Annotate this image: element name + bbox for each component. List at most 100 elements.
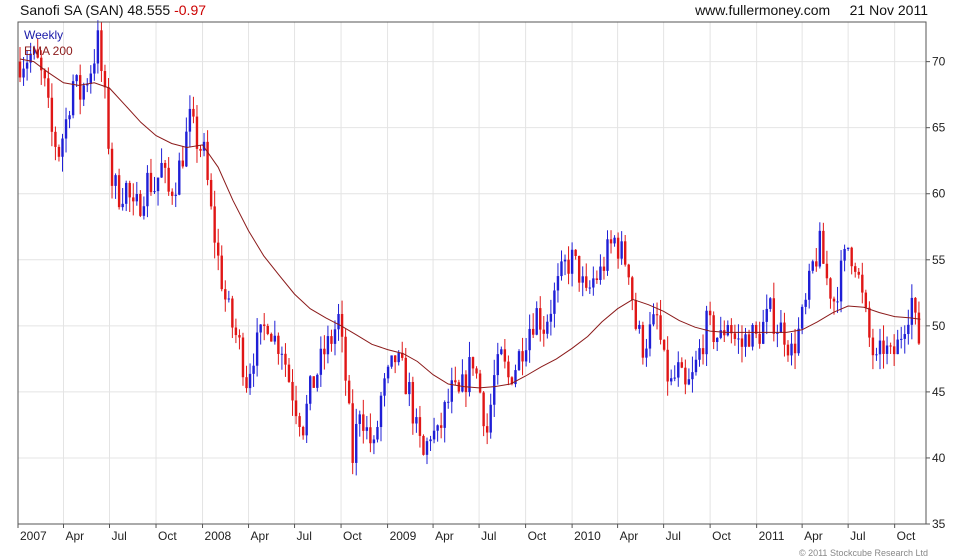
candle-body (701, 348, 705, 355)
copyright-notice: © 2011 Stockcube Research Ltd (798, 548, 928, 558)
candle-body (436, 425, 439, 431)
candle-body (355, 423, 358, 463)
candle-body (464, 374, 468, 393)
candle-body (408, 382, 411, 395)
candle-body (316, 374, 319, 388)
candle-body (694, 359, 698, 373)
candle-body (485, 426, 489, 433)
candle-body (882, 340, 885, 354)
candle-body (528, 328, 531, 351)
candle-body (425, 441, 429, 455)
candle-body (287, 364, 291, 382)
candle-body (783, 322, 786, 345)
candle-body (680, 362, 684, 368)
x-tick-label: Apr (435, 529, 454, 543)
candle-body (503, 349, 507, 362)
candle-body (415, 417, 418, 424)
x-tick-label: Apr (251, 529, 270, 543)
x-axis: 2007 Apr Jul Oct 2008 Apr Jul Oct 2009 Apr Jul Oct 2… (17, 524, 916, 543)
candle-body (740, 338, 744, 347)
candle-body (737, 338, 740, 340)
candle-body (432, 430, 436, 440)
candle-body (917, 312, 921, 344)
candle-body (461, 374, 464, 392)
candle-body (156, 177, 160, 192)
y-tick-label: 35 (932, 517, 946, 531)
candle-body (301, 426, 305, 436)
candle-body (570, 249, 574, 274)
candle-body (209, 179, 213, 207)
candle-body (110, 148, 114, 186)
candle-body (376, 427, 379, 440)
candle-body (776, 332, 779, 334)
candle-body (146, 172, 149, 207)
candle-body (836, 301, 839, 303)
candle-body (333, 329, 337, 344)
candle-body (390, 355, 393, 367)
candle-body (599, 266, 602, 280)
candle-body (89, 73, 93, 84)
candle-body (769, 298, 772, 309)
candle-body (107, 87, 110, 149)
candle-body (128, 182, 131, 198)
candle-body (634, 300, 638, 329)
candle-body (206, 141, 209, 180)
candle-body (227, 298, 231, 300)
candles (18, 20, 921, 476)
candle-body (220, 255, 223, 290)
candle-body (832, 298, 836, 302)
candle-body (18, 61, 22, 78)
candle-body (50, 97, 54, 132)
candle-body (54, 131, 57, 147)
candle-body (132, 197, 135, 202)
candle-body (75, 75, 78, 82)
candle-body (751, 324, 754, 347)
candle-body (103, 71, 107, 88)
candle-body (82, 85, 85, 100)
candle-body (47, 78, 50, 98)
candle-body (234, 327, 238, 336)
candle-body (471, 357, 475, 369)
candle-body (779, 322, 783, 333)
candle-body (627, 264, 630, 278)
candle-body (719, 330, 722, 338)
candle-body (224, 289, 227, 300)
y-axis: 35 40 45 50 55 60 65 70 (926, 55, 946, 531)
candle-body (563, 259, 567, 262)
candle-body (266, 325, 269, 334)
candle-body (907, 324, 910, 335)
candle-body (57, 146, 61, 157)
candle-body (854, 266, 857, 272)
candle-body (181, 160, 185, 167)
candle-body (691, 372, 694, 380)
candle-body (662, 339, 666, 350)
candle-body (309, 376, 312, 404)
candle-body (521, 351, 524, 362)
candle-body (613, 237, 616, 244)
x-tick-label: Apr (804, 529, 823, 543)
x-tick-label: Oct (343, 529, 362, 543)
candle-body (362, 414, 365, 431)
candle-body (825, 263, 829, 279)
candle-body (620, 241, 623, 259)
y-tick-label: 50 (932, 319, 946, 333)
candle-body (347, 380, 351, 404)
x-tick-label: Oct (528, 529, 547, 543)
candle-body (705, 310, 708, 355)
candle-body (192, 108, 195, 117)
x-tick-label: Oct (712, 529, 731, 543)
candle-body (684, 367, 687, 385)
candle-body (885, 345, 889, 354)
candle-body (708, 310, 712, 316)
candle-body (669, 378, 673, 382)
candle-body (829, 278, 832, 299)
candle-body (358, 414, 361, 424)
candle-body (655, 314, 659, 316)
candle-body (733, 333, 737, 339)
candle-body (666, 349, 669, 382)
candle-body (238, 335, 241, 338)
candle-body (178, 160, 181, 195)
legend-ema-200: EMA 200 (24, 44, 73, 58)
candle-body (167, 167, 170, 192)
candle-body (602, 266, 606, 271)
